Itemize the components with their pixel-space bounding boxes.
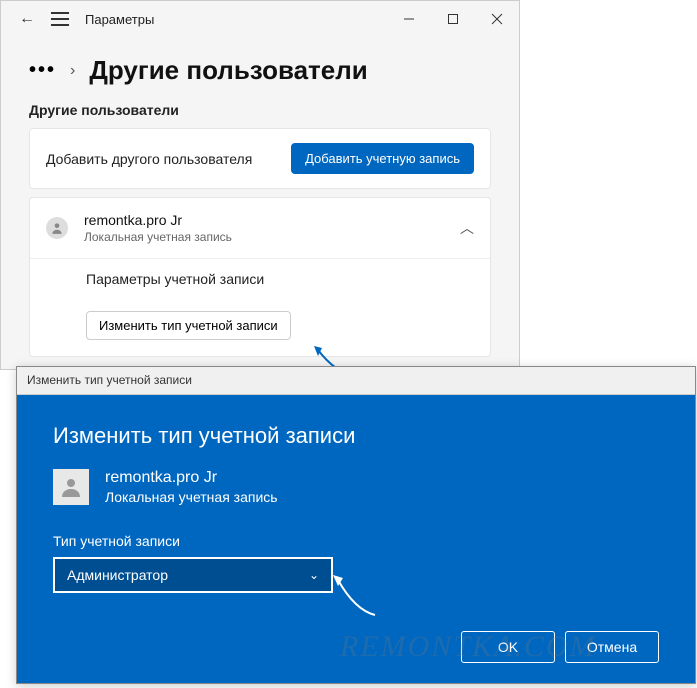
- account-type-label: Тип учетной записи: [53, 533, 659, 549]
- user-name: remontka.pro Jr: [84, 212, 444, 228]
- dialog-heading: Изменить тип учетной записи: [53, 423, 659, 449]
- change-type-dialog: Изменить тип учетной записи Изменить тип…: [16, 366, 696, 684]
- back-arrow-icon[interactable]: ←: [19, 10, 35, 28]
- close-button[interactable]: [475, 1, 519, 37]
- cancel-button[interactable]: Отмена: [565, 631, 659, 663]
- add-user-text: Добавить другого пользователя: [46, 151, 252, 167]
- user-row[interactable]: remontka.pro Jr Локальная учетная запись…: [30, 198, 490, 258]
- account-type-select[interactable]: Администратор ⌄: [53, 557, 333, 593]
- section-label: Другие пользователи: [1, 96, 519, 128]
- dialog-user-block: remontka.pro Jr Локальная учетная запись: [53, 469, 659, 505]
- window-title: Параметры: [85, 12, 154, 27]
- dialog-user-name: remontka.pro Jr: [105, 469, 278, 487]
- add-user-card: Добавить другого пользователя Добавить у…: [29, 128, 491, 189]
- page-title: Другие пользователи: [89, 55, 367, 86]
- user-subtitle: Локальная учетная запись: [84, 230, 444, 244]
- maximize-button[interactable]: [431, 1, 475, 37]
- add-account-button[interactable]: Добавить учетную запись: [291, 143, 474, 174]
- chevron-down-icon: ⌄: [309, 568, 319, 582]
- user-card: remontka.pro Jr Локальная учетная запись…: [29, 197, 491, 357]
- minimize-button[interactable]: [387, 1, 431, 37]
- select-value: Администратор: [67, 567, 168, 583]
- settings-window: ← Параметры ••• › Другие пользователи Др…: [0, 0, 520, 370]
- account-params-label: Параметры учетной записи: [30, 258, 490, 299]
- change-account-type-button[interactable]: Изменить тип учетной записи: [86, 311, 291, 340]
- chevron-up-icon: ︿: [460, 218, 474, 238]
- breadcrumb: ••• › Другие пользователи: [1, 37, 519, 96]
- hamburger-icon[interactable]: [51, 12, 69, 26]
- avatar-icon: [53, 469, 89, 505]
- ok-button[interactable]: OK: [461, 631, 555, 663]
- dialog-titlebar: Изменить тип учетной записи: [17, 367, 695, 395]
- chevron-right-icon: ›: [70, 62, 75, 80]
- breadcrumb-dots-icon[interactable]: •••: [29, 59, 56, 82]
- dialog-user-subtitle: Локальная учетная запись: [105, 489, 278, 505]
- avatar-icon: [46, 217, 68, 239]
- titlebar: ← Параметры: [1, 1, 519, 37]
